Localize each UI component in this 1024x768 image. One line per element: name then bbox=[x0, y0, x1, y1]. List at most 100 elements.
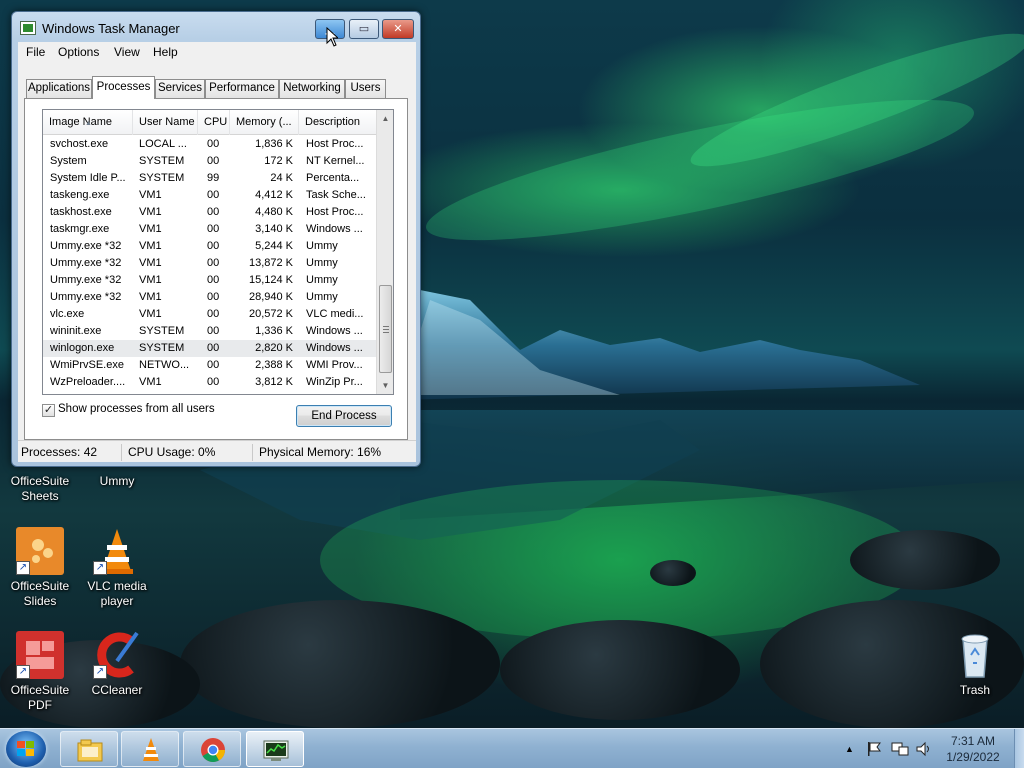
end-process-button[interactable]: End Process bbox=[296, 405, 392, 427]
cell-desc: Ummy bbox=[306, 291, 338, 303]
task-manager-icon bbox=[20, 21, 36, 35]
column-header-cpu[interactable]: CPU bbox=[198, 110, 230, 135]
cell-name: wininit.exe bbox=[50, 325, 102, 337]
start-button[interactable] bbox=[6, 731, 46, 767]
cell-name: Ummy.exe *32 bbox=[50, 257, 122, 269]
tab-processes[interactable]: Processes bbox=[92, 76, 155, 99]
cell-mem: 13,872 K bbox=[248, 257, 293, 269]
column-header-user-name[interactable]: User Name bbox=[133, 110, 198, 135]
table-row[interactable]: wininit.exe SYSTEM 00 1,336 K Windows ... bbox=[43, 323, 376, 340]
scroll-down-icon[interactable]: ▼ bbox=[377, 377, 393, 394]
taskbar-chrome-button[interactable] bbox=[183, 731, 241, 767]
cell-name: WzPreloader.... bbox=[50, 376, 126, 388]
desktop-icon-trash[interactable]: Trash bbox=[937, 631, 1013, 698]
taskbar-vlc-button[interactable] bbox=[121, 731, 179, 767]
tab-applications[interactable]: Applications bbox=[26, 79, 92, 98]
cell-desc: Ummy bbox=[306, 240, 338, 252]
cell-user: VM1 bbox=[139, 376, 162, 388]
scrollbar-thumb[interactable] bbox=[379, 285, 392, 373]
cell-mem: 28,940 K bbox=[248, 291, 293, 303]
table-row[interactable]: Ummy.exe *32 VM1 00 5,244 K Ummy bbox=[43, 238, 376, 255]
cell-mem: 1,836 K bbox=[255, 138, 293, 150]
table-row[interactable]: winlogon.exe SYSTEM 00 2,820 K Windows ... bbox=[43, 340, 376, 357]
tab-services[interactable]: Services bbox=[155, 79, 205, 98]
menu-options[interactable]: Options bbox=[58, 45, 99, 59]
task-manager-window[interactable]: Windows Task Manager ▁ ▭ ✕ File Options … bbox=[11, 11, 421, 467]
desktop-icon-ummy[interactable]: Ummy bbox=[79, 474, 155, 489]
table-row[interactable]: Ummy.exe *32 VM1 00 15,124 K Ummy bbox=[43, 272, 376, 289]
cell-cpu: 00 bbox=[207, 138, 220, 150]
table-row[interactable]: Ummy.exe *32 VM1 00 13,872 K Ummy bbox=[43, 255, 376, 272]
cell-cpu: 00 bbox=[207, 223, 220, 235]
show-hidden-icons-button[interactable]: ▲ bbox=[845, 741, 854, 768]
desktop-icon-officesuite-pdf[interactable]: ↗ OfficeSuite PDF bbox=[2, 631, 78, 713]
checkmark-icon[interactable]: ✓ bbox=[42, 404, 55, 417]
explorer-icon bbox=[77, 739, 103, 762]
action-center-flag-icon[interactable] bbox=[866, 741, 882, 768]
status-processes: Processes: 42 bbox=[18, 444, 122, 461]
tab-networking[interactable]: Networking bbox=[279, 79, 345, 98]
process-list[interactable]: ▲ Image Name User Name CPU Memory (... D… bbox=[42, 109, 394, 395]
cell-mem: 5,244 K bbox=[255, 240, 293, 252]
status-bar: Processes: 42 CPU Usage: 0% Physical Mem… bbox=[18, 440, 416, 462]
tab-users[interactable]: Users bbox=[345, 79, 386, 98]
status-cpu-usage: CPU Usage: 0% bbox=[125, 444, 253, 461]
wallpaper-rock bbox=[180, 600, 500, 728]
menu-help[interactable]: Help bbox=[153, 45, 178, 59]
cell-name: svchost.exe bbox=[50, 138, 109, 150]
cell-desc: Windows ... bbox=[306, 223, 363, 235]
icon-label: Slides bbox=[23, 594, 57, 608]
cell-cpu: 00 bbox=[207, 342, 220, 354]
cell-desc: Task Sche... bbox=[306, 189, 366, 201]
cell-mem: 24 K bbox=[270, 172, 293, 184]
close-button[interactable]: ✕ bbox=[382, 19, 414, 39]
table-row[interactable]: Ummy.exe *32 VM1 00 28,940 K Ummy bbox=[43, 289, 376, 306]
scroll-up-icon[interactable]: ▲ bbox=[377, 110, 393, 127]
desktop-icon-officesuite-slides[interactable]: ↗ OfficeSuite Slides bbox=[2, 527, 78, 609]
title-bar[interactable]: Windows Task Manager ▁ ▭ ✕ bbox=[12, 12, 420, 42]
icon-label: OfficeSuite bbox=[10, 579, 70, 593]
desktop-icon-vlc[interactable]: ↗ VLC media player bbox=[79, 527, 155, 609]
cell-desc: Ummy bbox=[306, 274, 338, 286]
table-row[interactable]: vlc.exe VM1 00 20,572 K VLC medi... bbox=[43, 306, 376, 323]
cell-name: WmiPrvSE.exe bbox=[50, 359, 124, 371]
cell-desc: Percenta... bbox=[306, 172, 360, 184]
cell-user: VM1 bbox=[139, 274, 162, 286]
tab-performance[interactable]: Performance bbox=[205, 79, 279, 98]
grip-icon bbox=[383, 326, 389, 333]
system-clock[interactable]: 7:31 AM 1/29/2022 bbox=[940, 733, 1006, 765]
table-row[interactable]: System Idle P... SYSTEM 99 24 K Percenta... bbox=[43, 170, 376, 187]
vertical-scrollbar[interactable]: ▲ ▼ bbox=[376, 110, 393, 394]
table-row[interactable]: WmiPrvSE.exe NETWO... 00 2,388 K WMI Prov... bbox=[43, 357, 376, 374]
volume-icon[interactable] bbox=[915, 741, 931, 768]
table-row[interactable]: WzPreloader.... VM1 00 3,812 K WinZip Pr... bbox=[43, 374, 376, 391]
cell-user: VM1 bbox=[139, 308, 162, 320]
column-header-image-name[interactable]: ▲ Image Name bbox=[43, 110, 133, 135]
table-row[interactable]: svchost.exe LOCAL ... 00 1,836 K Host Proc..… bbox=[43, 136, 376, 153]
desktop-icon-ccleaner[interactable]: ↗ CCleaner bbox=[79, 631, 155, 698]
table-row[interactable]: System SYSTEM 00 172 K NT Kernel... bbox=[43, 153, 376, 170]
menu-view[interactable]: View bbox=[114, 45, 140, 59]
cell-cpu: 00 bbox=[207, 155, 220, 167]
windows-logo-icon bbox=[17, 741, 34, 756]
vlc-icon bbox=[143, 738, 159, 761]
show-desktop-button[interactable] bbox=[1014, 729, 1024, 768]
cell-desc: Host Proc... bbox=[306, 138, 364, 150]
table-row[interactable]: taskmgr.exe VM1 00 3,140 K Windows ... bbox=[43, 221, 376, 238]
shortcut-arrow-icon: ↗ bbox=[16, 561, 30, 575]
maximize-button[interactable]: ▭ bbox=[349, 19, 379, 39]
column-header-description[interactable]: Description bbox=[299, 110, 376, 135]
table-row[interactable]: taskhost.exe VM1 00 4,480 K Host Proc... bbox=[43, 204, 376, 221]
cell-mem: 2,820 K bbox=[255, 342, 293, 354]
cell-user: VM1 bbox=[139, 223, 162, 235]
network-icon[interactable] bbox=[891, 741, 909, 768]
cell-desc: NT Kernel... bbox=[306, 155, 365, 167]
taskbar-task-manager-button[interactable] bbox=[246, 731, 304, 767]
chevron-up-icon: ▲ bbox=[845, 744, 854, 754]
cell-desc: WMI Prov... bbox=[306, 359, 363, 371]
menu-file[interactable]: File bbox=[26, 45, 45, 59]
column-header-memory[interactable]: Memory (... bbox=[230, 110, 299, 135]
taskbar-explorer-button[interactable] bbox=[60, 731, 118, 767]
table-row[interactable]: taskeng.exe VM1 00 4,412 K Task Sche... bbox=[43, 187, 376, 204]
desktop-icon-officesuite-sheets[interactable]: OfficeSuite Sheets bbox=[2, 474, 78, 504]
